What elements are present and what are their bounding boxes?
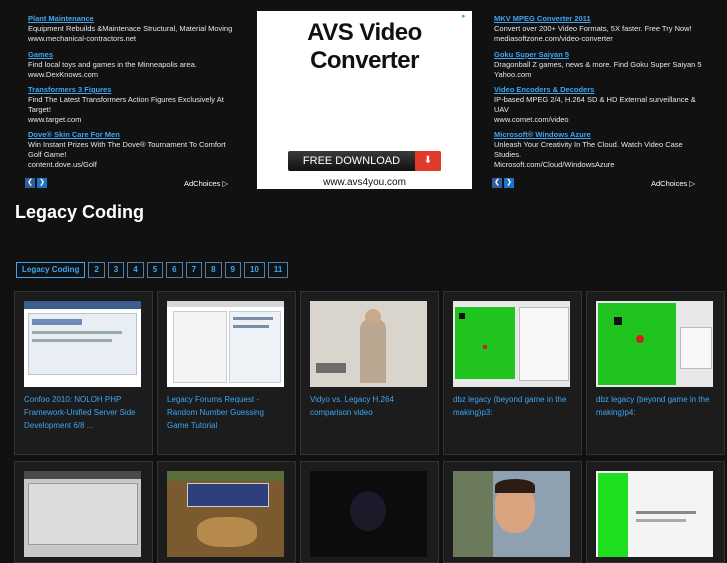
page-link-current[interactable]: Legacy Coding bbox=[16, 262, 86, 278]
pagination: Legacy Coding 2 3 4 5 6 7 8 9 10 11 bbox=[16, 262, 289, 278]
play-triangle-icon: ▷ bbox=[222, 179, 229, 188]
free-download-button[interactable]: FREE DOWNLOAD ⬇ bbox=[288, 151, 441, 171]
ad-unit[interactable]: MKV MPEG Converter 2011 Convert over 200… bbox=[494, 14, 704, 44]
ad-description: Unleash Your Creativity In The Cloud. Wa… bbox=[494, 140, 683, 159]
ad-unit[interactable]: Dove® Skin Care For Men Win Instant Priz… bbox=[28, 130, 238, 170]
page-link[interactable]: 8 bbox=[205, 262, 222, 278]
ad-description: Convert over 200+ Video Formats, 5X fast… bbox=[494, 24, 692, 33]
ad-column-right: MKV MPEG Converter 2011 Convert over 200… bbox=[494, 14, 704, 175]
ad-description: Find The Latest Transformers Action Figu… bbox=[28, 95, 224, 114]
video-card[interactable] bbox=[586, 461, 725, 563]
adchoices-link[interactable]: AdChoices ▷ bbox=[651, 179, 695, 188]
ad-url[interactable]: mediasoftzone.com/video-converter bbox=[494, 34, 704, 44]
video-thumbnail[interactable] bbox=[596, 301, 713, 387]
ad-title-link[interactable]: Video Encoders & Decoders bbox=[494, 85, 704, 95]
page-link[interactable]: 9 bbox=[224, 262, 241, 278]
video-card[interactable] bbox=[14, 461, 153, 563]
page-link[interactable]: 4 bbox=[127, 262, 144, 278]
chevron-left-icon[interactable]: ❮ bbox=[492, 178, 502, 188]
ad-url[interactable]: www.DexKnows.com bbox=[28, 70, 238, 80]
video-thumbnail[interactable] bbox=[310, 471, 427, 557]
adchoices-link[interactable]: AdChoices ▷ bbox=[184, 179, 228, 188]
video-card[interactable]: Confoo 2010: NOLOH PHP Framework-Unified… bbox=[14, 291, 153, 455]
page-link[interactable]: 5 bbox=[146, 262, 164, 278]
video-card[interactable] bbox=[443, 461, 582, 563]
video-title-link[interactable]: dbz legacy (beyond game in the making)p4… bbox=[596, 393, 716, 419]
page-link[interactable]: 11 bbox=[267, 262, 289, 278]
page-link[interactable]: 10 bbox=[243, 262, 265, 278]
ad-unit[interactable]: Plant Maintenance Equipment Rebuilds &Ma… bbox=[28, 14, 238, 44]
video-card[interactable] bbox=[300, 461, 439, 563]
ad-title-link[interactable]: Microsoft® Windows Azure bbox=[494, 130, 704, 140]
ad-url[interactable]: www.comet.com/video bbox=[494, 115, 704, 125]
video-thumbnail[interactable] bbox=[310, 301, 427, 387]
ad-title-link[interactable]: Games bbox=[28, 50, 238, 60]
ad-title-link[interactable]: MKV MPEG Converter 2011 bbox=[494, 14, 704, 24]
ad-title-link[interactable]: Transformers 3 Figures bbox=[28, 85, 238, 95]
video-thumbnail[interactable] bbox=[167, 301, 284, 387]
video-thumbnail[interactable] bbox=[167, 471, 284, 557]
free-download-label: FREE DOWNLOAD bbox=[302, 155, 401, 167]
banner-ad[interactable]: ▸ AVS Video Converter FREE DOWNLOAD ⬇ ww… bbox=[257, 11, 472, 189]
ad-description: Win Instant Prizes With The Dove® Tourna… bbox=[28, 140, 226, 159]
page-link[interactable]: 3 bbox=[107, 262, 125, 278]
chevron-right-icon[interactable]: ❯ bbox=[37, 178, 47, 188]
page-title: Legacy Coding bbox=[15, 202, 145, 222]
video-thumbnail[interactable] bbox=[24, 301, 141, 387]
ad-url[interactable]: www.mechanical-contractors.net bbox=[28, 34, 238, 44]
ad-title-link[interactable]: Plant Maintenance bbox=[28, 14, 238, 24]
ad-column-left: Plant Maintenance Equipment Rebuilds &Ma… bbox=[28, 14, 238, 175]
ad-url[interactable]: Microsoft.com/Cloud/WindowsAzure bbox=[494, 160, 704, 170]
ad-unit[interactable]: Transformers 3 Figures Find The Latest T… bbox=[28, 85, 238, 125]
ad-url[interactable]: content.dove.us/Golf bbox=[28, 160, 238, 170]
ad-title-link[interactable]: Dove® Skin Care For Men bbox=[28, 130, 238, 140]
video-card[interactable] bbox=[157, 461, 296, 563]
video-title-link[interactable]: dbz legacy (beyond game in the making)p3… bbox=[453, 393, 573, 419]
video-title-link[interactable]: Legacy Forums Request - Random Number Gu… bbox=[167, 393, 287, 432]
chevron-left-icon[interactable]: ❮ bbox=[25, 178, 35, 188]
video-thumbnail[interactable] bbox=[24, 471, 141, 557]
adchoices-label: AdChoices bbox=[651, 179, 688, 188]
banner-title: AVS Video Converter bbox=[307, 19, 422, 74]
ad-unit[interactable]: Goku Super Saiyan 5 Dragonball Z games, … bbox=[494, 50, 704, 80]
video-card[interactable]: Legacy Forums Request - Random Number Gu… bbox=[157, 291, 296, 455]
video-card[interactable]: dbz legacy (beyond game in the making)p4… bbox=[586, 291, 725, 455]
adchoices-label: AdChoices bbox=[184, 179, 221, 188]
ad-unit[interactable]: Games Find local toys and games in the M… bbox=[28, 50, 238, 80]
video-thumbnail[interactable] bbox=[596, 471, 713, 557]
ad-unit[interactable]: Video Encoders & Decoders IP-based MPEG … bbox=[494, 85, 704, 125]
video-thumbnail[interactable] bbox=[453, 471, 570, 557]
ad-description: Find local toys and games in the Minneap… bbox=[28, 60, 197, 69]
ad-description: Equipment Rebuilds &Maintenace Structura… bbox=[28, 24, 233, 33]
ad-url[interactable]: Yahoo.com bbox=[494, 70, 704, 80]
page-link[interactable]: 6 bbox=[166, 262, 183, 278]
ad-description: IP-based MPEG 2/4, H.264 SD & HD Externa… bbox=[494, 95, 696, 114]
page-link[interactable]: 7 bbox=[185, 262, 203, 278]
ad-description: Dragonball Z games, news & more. Find Go… bbox=[494, 60, 702, 69]
ad-nav-left: ❮ ❯ bbox=[25, 178, 47, 188]
ad-url[interactable]: www.target.com bbox=[28, 115, 238, 125]
ad-nav-right: ❮ ❯ bbox=[492, 178, 514, 188]
ad-title-link[interactable]: Goku Super Saiyan 5 bbox=[494, 50, 704, 60]
page-link[interactable]: 2 bbox=[88, 262, 105, 278]
play-triangle-icon: ▷ bbox=[689, 179, 696, 188]
banner-url: www.avs4you.com bbox=[323, 177, 406, 188]
download-arrow-icon: ⬇ bbox=[415, 151, 441, 171]
video-title-link[interactable]: Confoo 2010: NOLOH PHP Framework-Unified… bbox=[24, 393, 144, 432]
ad-unit[interactable]: Microsoft® Windows Azure Unleash Your Cr… bbox=[494, 130, 704, 170]
video-thumbnail[interactable] bbox=[453, 301, 570, 387]
video-card[interactable]: Vidyo vs. Legacy H.264 comparison video bbox=[300, 291, 439, 455]
video-card[interactable]: dbz legacy (beyond game in the making)p3… bbox=[443, 291, 582, 455]
video-title-link[interactable]: Vidyo vs. Legacy H.264 comparison video bbox=[310, 393, 430, 419]
chevron-right-icon[interactable]: ❯ bbox=[504, 178, 514, 188]
